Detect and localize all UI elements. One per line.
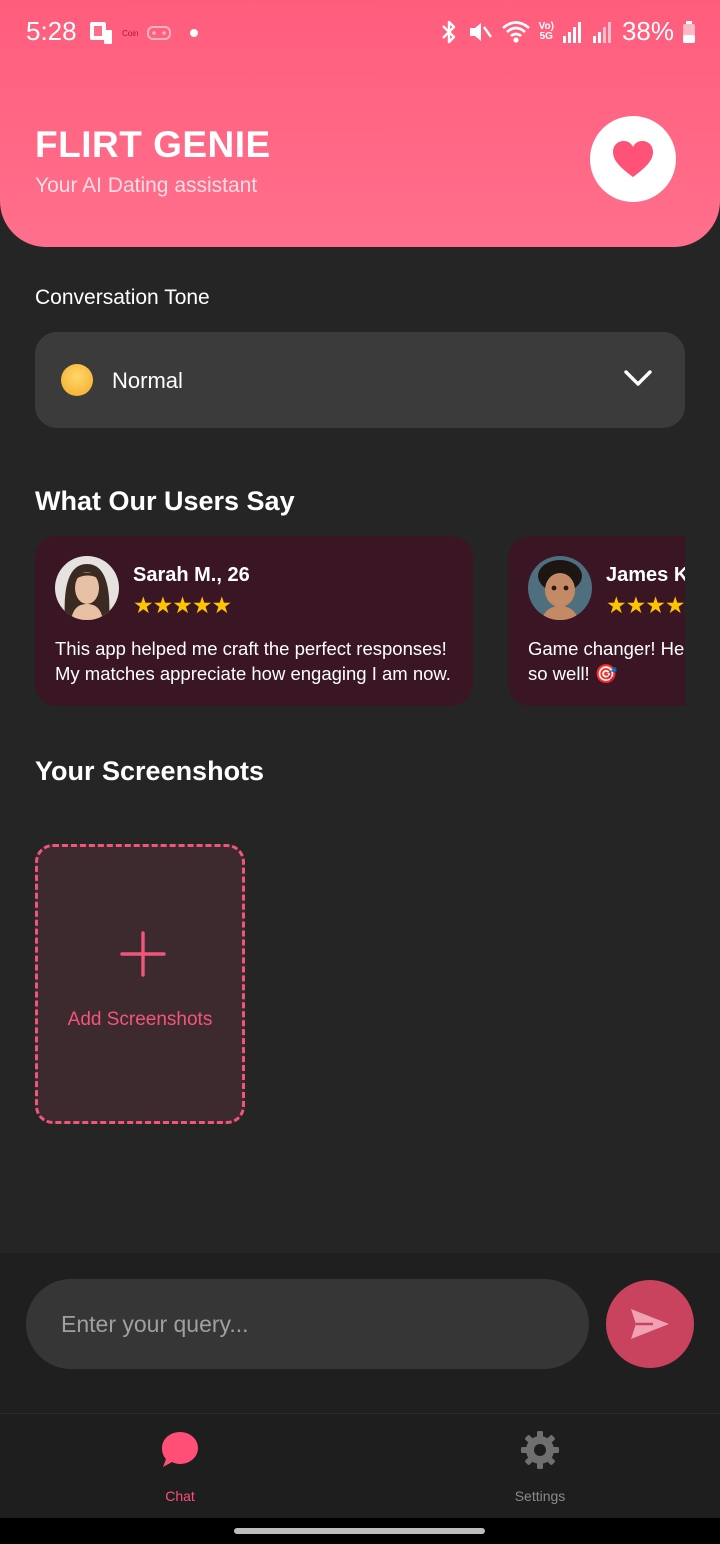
tab-settings-label: Settings [514,1488,566,1504]
star-rating: ★★★★★ [133,592,232,618]
smiling-face-icon [61,364,93,396]
tab-chat-label: Chat [165,1488,195,1504]
reviewer-name: Sarah M., 26 [133,564,250,586]
send-icon [631,1309,669,1339]
status-notification-icons: Coin [88,20,199,46]
avatar [55,556,119,620]
favorites-button[interactable] [590,116,676,202]
status-time: 5:28 [26,16,77,46]
review-text: Game changer! He so well! 🎯 [528,638,685,684]
signal-icon-secondary [592,21,611,43]
review-card[interactable]: James K ★★★★ Game changer! He so well! 🎯 [508,536,685,706]
send-button[interactable] [606,1280,694,1368]
home-gesture-handle[interactable] [234,1528,485,1534]
status-system-icons: Vo) 5G 38% [439,16,696,47]
network-type-label: Vo) 5G [538,20,554,42]
reviews-title: What Our Users Say [35,486,295,516]
system-nav-bar [0,1518,720,1544]
avatar [528,556,592,620]
mute-icon [469,22,492,41]
bottom-tab-bar: Chat Settings [0,1413,720,1518]
notification-app-icon [90,22,112,44]
tab-settings[interactable]: Settings [360,1414,720,1519]
chat-bubble-icon [162,1432,198,1467]
notification-coin-text: Coin [122,28,139,38]
tab-chat[interactable]: Chat [0,1414,360,1519]
reviews-carousel[interactable]: Sarah M., 26 ★★★★★ This app helped me cr… [35,536,685,706]
tone-label: Conversation Tone [35,286,210,309]
wifi-icon [501,20,530,43]
screenshots-title: Your Screenshots [35,756,265,786]
notification-gamepad-icon [147,26,172,40]
app-header: 5:28 Coin Vo) 5G 38% FLIRT GENIE Your AI… [0,0,720,247]
chevron-down-icon [624,370,652,386]
battery-icon [683,20,695,43]
signal-icon [562,21,581,43]
plus-icon [120,931,166,977]
gear-icon [521,1431,559,1469]
review-card[interactable]: Sarah M., 26 ★★★★★ This app helped me cr… [35,536,473,706]
app-subtitle: Your AI Dating assistant [35,174,258,197]
review-text: This app helped me craft the perfect res… [55,638,451,684]
query-input[interactable] [26,1279,589,1369]
tone-selected-value: Normal [112,368,183,393]
add-screenshots-button[interactable]: Add Screenshots [35,844,245,1124]
app-title: FLIRT GENIE [35,124,271,165]
add-screenshots-label: Add Screenshots [67,1009,213,1030]
notification-dot [190,29,199,37]
tone-dropdown[interactable]: Normal [35,332,685,428]
bluetooth-icon [441,20,455,43]
battery-percent: 38% [621,16,674,46]
composer-bar [0,1253,720,1413]
star-rating: ★★★★ [606,592,685,618]
reviewer-name: James K [606,564,685,586]
status-bar: 5:28 Coin Vo) 5G 38% [0,0,720,64]
heart-icon [613,141,653,177]
